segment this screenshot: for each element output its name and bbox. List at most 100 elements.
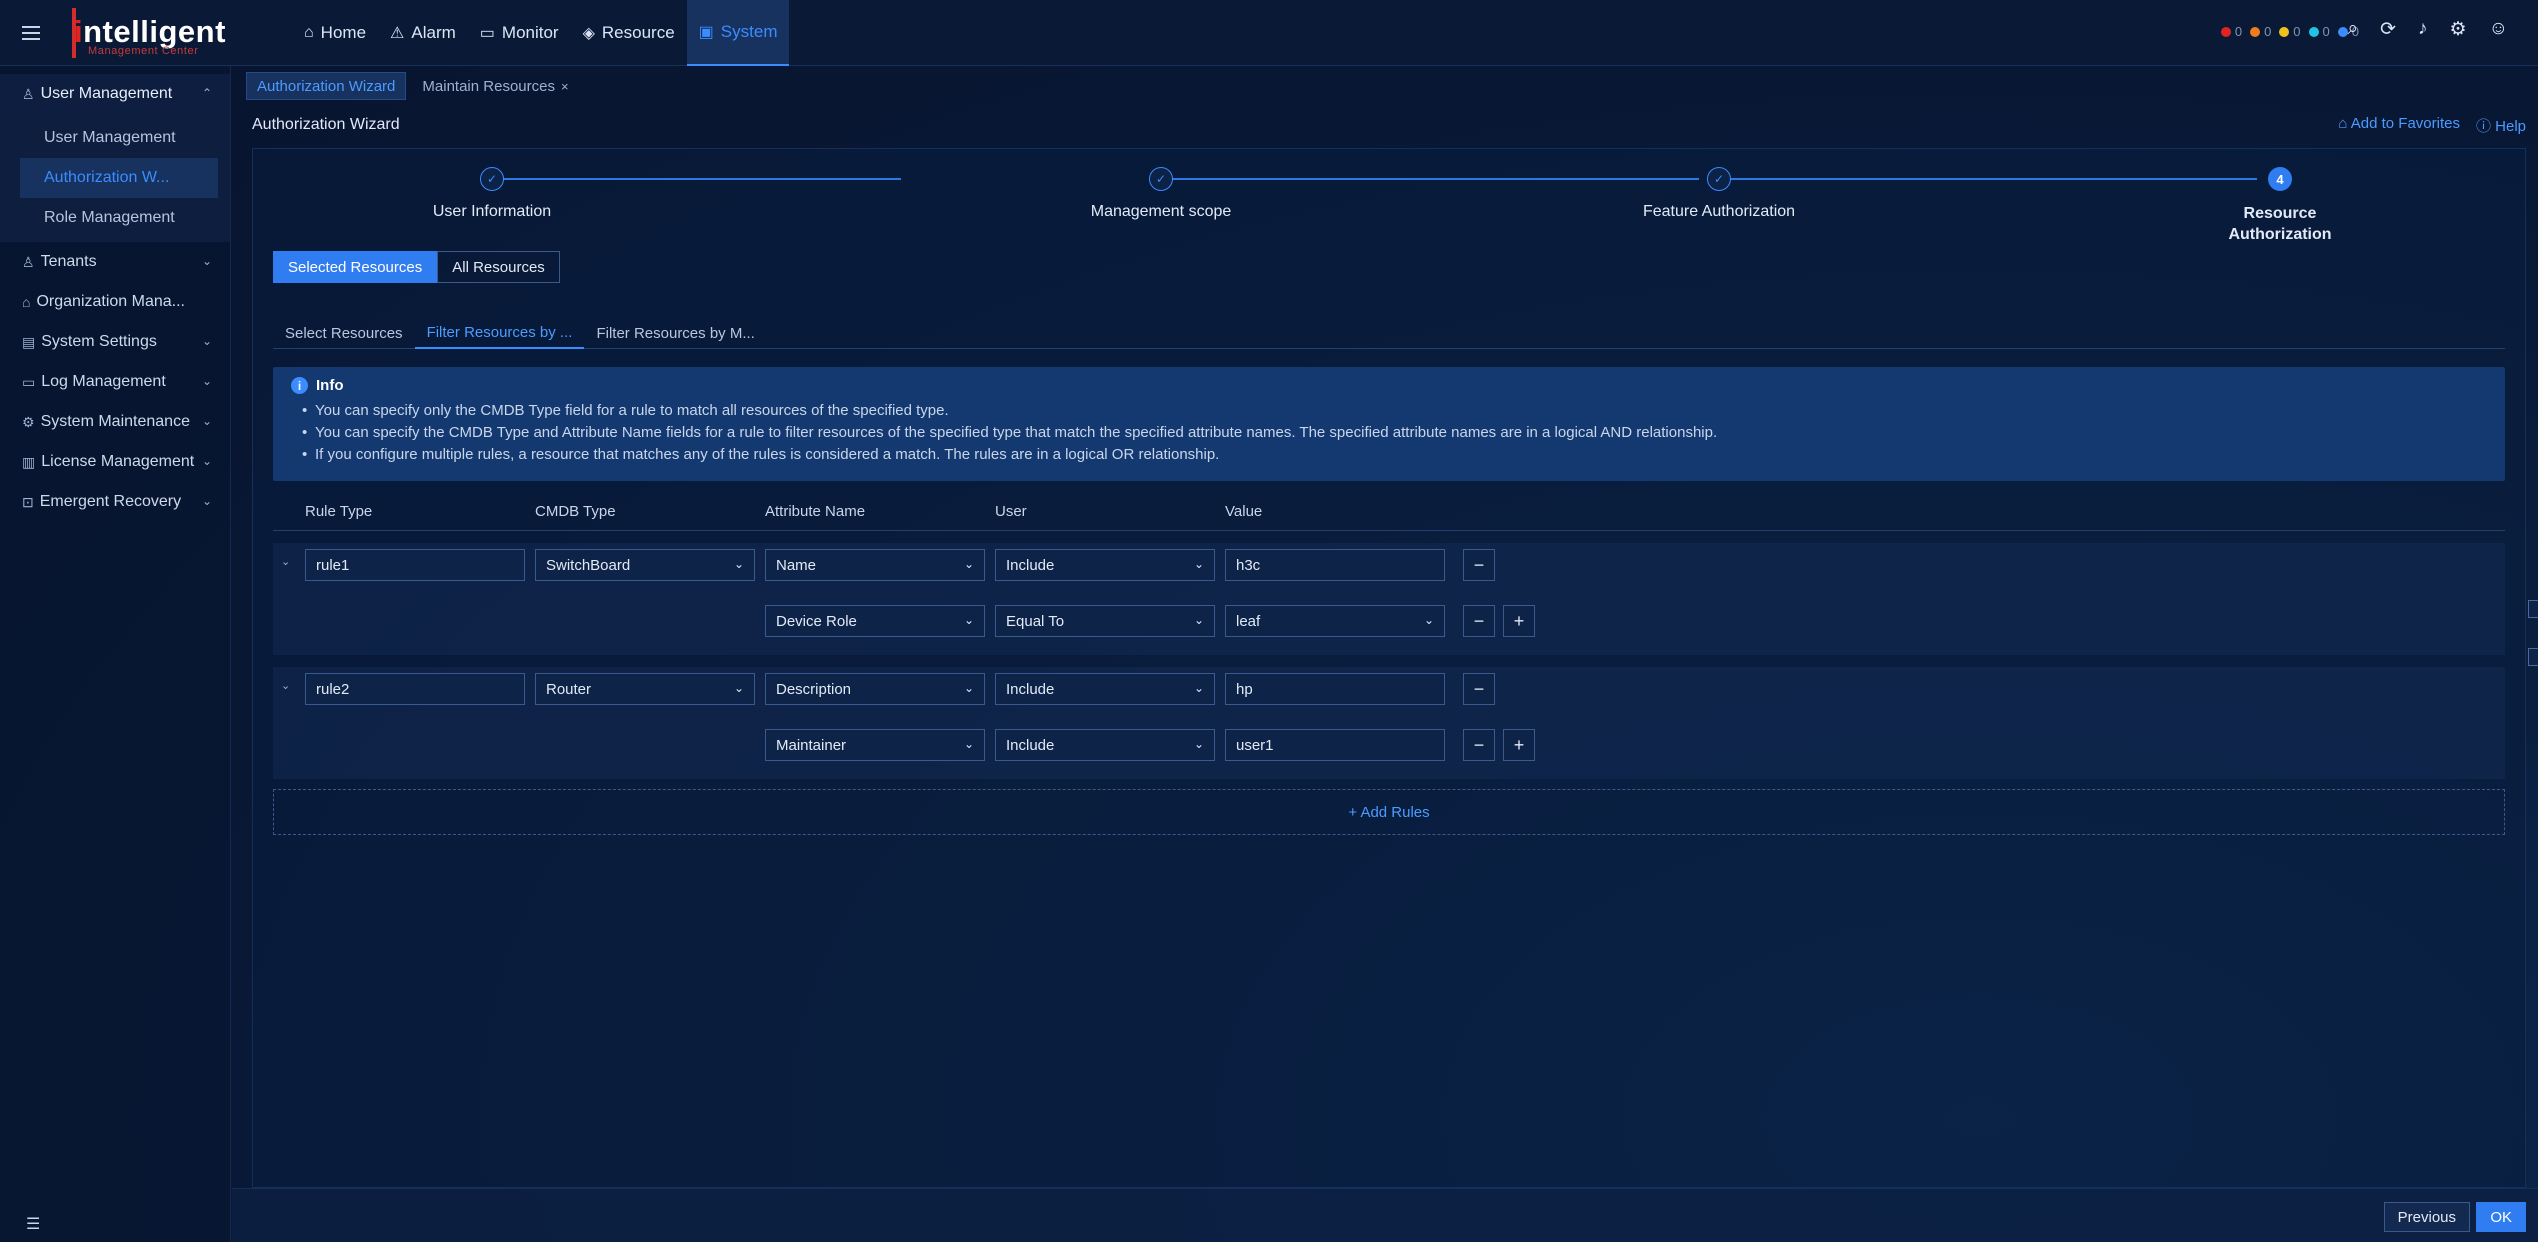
home-icon: ⌂ xyxy=(304,23,314,41)
chevron-up-icon: ⌃ xyxy=(201,86,212,100)
chevron-down-icon: ⌄ xyxy=(201,454,212,468)
operator-select[interactable]: Include ⌄ xyxy=(995,729,1215,761)
alarm-status-counts[interactable]: 00000 xyxy=(2220,24,2363,39)
remove-condition-button[interactable]: − xyxy=(1463,729,1495,761)
all-resources-button[interactable]: All Resources xyxy=(437,251,560,283)
side-drawer-handle[interactable] xyxy=(2528,648,2538,666)
status-count: 0 xyxy=(2264,24,2272,39)
tab-authorization-wizard[interactable]: Authorization Wizard xyxy=(246,72,407,100)
info-line: You can specify the CMDB Type and Attrib… xyxy=(302,422,2487,444)
previous-button[interactable]: Previous xyxy=(2383,1202,2470,1232)
chevron-down-icon: ⌄ xyxy=(963,613,974,627)
step-connector xyxy=(493,178,901,180)
chevron-down-icon[interactable]: ⌄ xyxy=(281,679,290,692)
help-link[interactable]: ⓘ Help xyxy=(2476,115,2526,136)
rule-block-2: ⌄ rule2 Router ⌄ Description ⌄ Include ⌄ hp… xyxy=(273,667,2505,779)
page-title: Authorization Wizard xyxy=(252,116,400,133)
value-input[interactable]: hp xyxy=(1225,673,1445,705)
attribute-name-select[interactable]: Name ⌄ xyxy=(765,549,985,581)
sidebar-group-log-management[interactable]: ▭ Log Management ⌄ xyxy=(0,362,230,402)
sidebar-group-license-management[interactable]: ▥ License Management ⌄ xyxy=(0,442,230,482)
tab-filter-resources-by-attribute[interactable]: Filter Resources by ... xyxy=(414,317,585,349)
sidebar-group-emergent-recovery[interactable]: ⊡ Emergent Recovery ⌄ xyxy=(0,482,230,522)
menu-toggle-button[interactable] xyxy=(0,0,62,66)
help-icon: ⓘ xyxy=(2475,118,2496,135)
selected-resources-button[interactable]: Selected Resources xyxy=(273,251,438,283)
nav-system[interactable]: ▣ System xyxy=(686,0,790,66)
rule-name-input[interactable]: rule1 xyxy=(305,549,525,581)
chevron-down-icon[interactable]: ⌄ xyxy=(281,555,290,568)
attribute-name-select[interactable]: Description ⌄ xyxy=(765,673,985,705)
operator-select[interactable]: Include ⌄ xyxy=(995,549,1215,581)
resource-scope-toggle: Selected Resources All Resources xyxy=(273,251,560,283)
info-list: You can specify only the CMDB Type field… xyxy=(291,400,2487,466)
status-count: 0 xyxy=(2322,24,2330,39)
column-value: Value xyxy=(1225,503,1263,520)
info-title: i Info xyxy=(291,377,2487,394)
nav-resource[interactable]: ◈ Resource xyxy=(571,0,687,66)
step-label-feature-authorization: Feature Authorization xyxy=(1642,203,1796,220)
refresh-icon[interactable]: ⟳ xyxy=(2380,18,2396,41)
tab-maintain-resources[interactable]: Maintain Resources × xyxy=(412,72,578,100)
value-select[interactable]: leaf ⌄ xyxy=(1225,605,1445,637)
cmdb-type-select[interactable]: Router ⌄ xyxy=(535,673,755,705)
tab-filter-resources-by-m[interactable]: Filter Resources by M... xyxy=(584,317,766,349)
add-rules-button[interactable]: + Add Rules xyxy=(273,789,2505,835)
add-condition-button[interactable]: + xyxy=(1503,729,1535,761)
sidebar-group-organization[interactable]: ⌂ Organization Mana... xyxy=(0,282,230,322)
rules-table-header: Rule Type CMDB Type Attribute Name User … xyxy=(273,495,2505,531)
status-count: 0 xyxy=(2234,24,2243,39)
nav-home[interactable]: ⌂ Home xyxy=(292,0,378,66)
rule-block-1: ⌄ rule1 SwitchBoard ⌄ Name ⌄ Include ⌄ h3c … xyxy=(273,543,2505,655)
nav-monitor[interactable]: ▭ Monitor xyxy=(468,0,571,66)
step-label-resource-authorization: Resource Authorization xyxy=(2228,205,2332,243)
sidebar-item-role-management[interactable]: Role Management xyxy=(0,198,230,238)
sidebar-item-user-management[interactable]: User Management xyxy=(0,118,230,158)
operator-select[interactable]: Include ⌄ xyxy=(995,673,1215,705)
gear-icon[interactable]: ⚙ xyxy=(2450,18,2467,41)
step-connector xyxy=(1171,178,1699,180)
user-avatar-icon[interactable]: ☺ xyxy=(2489,18,2508,41)
value-input[interactable]: h3c xyxy=(1225,549,1445,581)
rule-row: Maintainer ⌄ Include ⌄ user1 − + xyxy=(273,723,2505,763)
sidebar-item-authorization-wizard[interactable]: Authorization W... xyxy=(20,158,218,198)
remove-condition-button[interactable]: − xyxy=(1463,673,1495,705)
info-icon: i xyxy=(291,377,308,394)
step-3-check-icon: ✓ xyxy=(1707,167,1731,191)
chevron-down-icon: ⌄ xyxy=(201,254,212,268)
column-rule-type: Rule Type xyxy=(305,503,373,520)
value-input[interactable]: user1 xyxy=(1225,729,1445,761)
step-label-management-scope: Management scope xyxy=(1090,203,1232,220)
app-logo[interactable]: intelligent Management Center xyxy=(62,0,232,66)
status-dot-icon xyxy=(2220,26,2231,37)
attribute-name-select[interactable]: Maintainer ⌄ xyxy=(765,729,985,761)
sidebar-group-system-maintenance[interactable]: ⚙ System Maintenance ⌄ xyxy=(0,402,230,442)
cmdb-type-select[interactable]: SwitchBoard ⌄ xyxy=(535,549,755,581)
info-box: iInfo You can specify only the CMDB Type… xyxy=(273,367,2505,481)
rule-name-input[interactable]: rule2 xyxy=(305,673,525,705)
collapse-sidebar-icon[interactable]: ☰ xyxy=(26,1214,40,1234)
status-dot-icon xyxy=(2279,26,2290,37)
tab-select-resources[interactable]: Select Resources xyxy=(273,317,415,349)
nav-alarm[interactable]: ⚠ Alarm xyxy=(378,0,468,66)
sidebar-group-tenants[interactable]: ♙ Tenants ⌄ xyxy=(0,242,230,282)
license-icon: ▥ xyxy=(22,453,36,470)
rule-row: Device Role ⌄ Equal To ⌄ leaf ⌄ − + xyxy=(273,599,2505,639)
status-dot-icon xyxy=(2308,26,2319,37)
search-icon[interactable]: ⌕ xyxy=(2347,18,2358,41)
sidebar-group-user-management[interactable]: ♙ User Management ⌃ xyxy=(0,74,230,114)
add-condition-button[interactable]: + xyxy=(1503,605,1535,637)
ok-button[interactable]: OK xyxy=(2476,1202,2526,1232)
sidebar-group-system-settings[interactable]: ▤ System Settings ⌄ xyxy=(0,322,230,362)
step-1-check-icon: ✓ xyxy=(480,167,504,191)
bell-icon[interactable]: ♪ xyxy=(2418,18,2428,41)
add-to-favorites-link[interactable]: ⌂ Add to Favorites xyxy=(2338,115,2460,136)
side-drawer-handle[interactable] xyxy=(2528,600,2538,618)
header-actions: ⌕ ⟳ ♪ ⚙ ☺ xyxy=(2347,18,2508,41)
operator-select[interactable]: Equal To ⌄ xyxy=(995,605,1215,637)
attribute-name-select[interactable]: Device Role ⌄ xyxy=(765,605,985,637)
close-icon[interactable]: × xyxy=(561,79,569,94)
remove-condition-button[interactable]: − xyxy=(1463,605,1495,637)
chevron-down-icon: ⌄ xyxy=(963,557,974,571)
remove-condition-button[interactable]: − xyxy=(1463,549,1495,581)
